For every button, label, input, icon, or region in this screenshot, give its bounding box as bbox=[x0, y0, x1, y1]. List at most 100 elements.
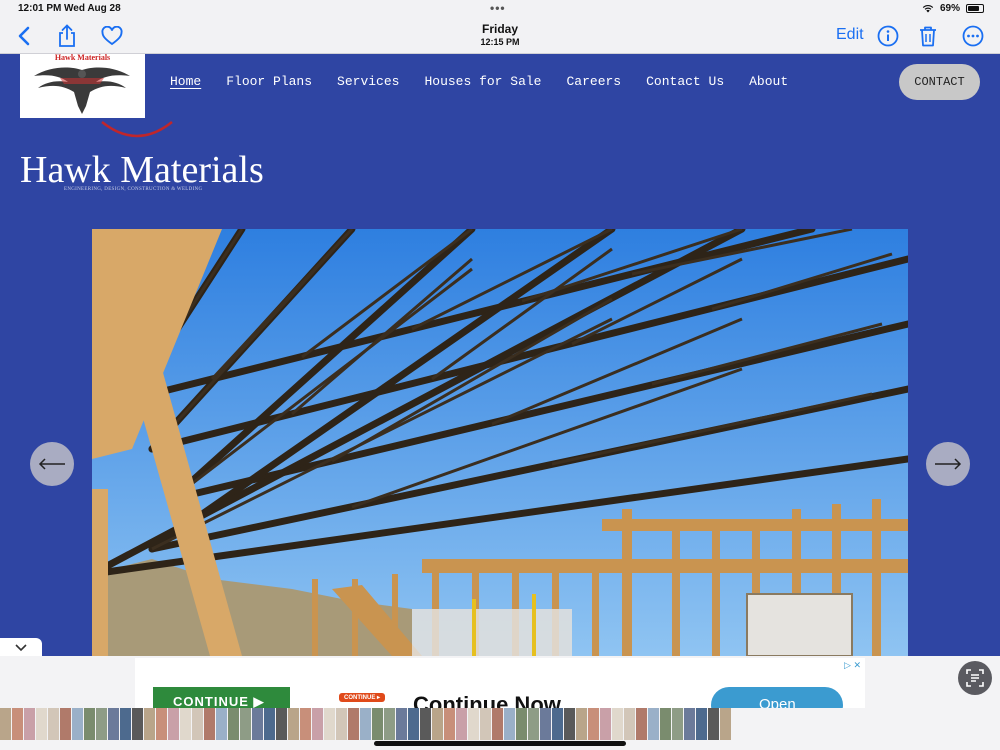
photo-thumbnail[interactable] bbox=[216, 708, 227, 740]
photo-thumbnail[interactable] bbox=[336, 708, 347, 740]
photo-thumbnail[interactable] bbox=[660, 708, 671, 740]
photo-thumbnail[interactable] bbox=[348, 708, 359, 740]
photo-thumbnail[interactable] bbox=[516, 708, 527, 740]
photo-thumbnail[interactable] bbox=[36, 708, 47, 740]
photo-thumbnail[interactable] bbox=[504, 708, 515, 740]
nav-careers[interactable]: Careers bbox=[567, 74, 622, 89]
photo-thumbnail-strip bbox=[0, 708, 1000, 750]
photo-thumbnail[interactable] bbox=[432, 708, 443, 740]
photo-thumbnail[interactable] bbox=[120, 708, 131, 740]
ad-collapse-toggle[interactable] bbox=[0, 638, 42, 658]
ad-open-button[interactable]: Open bbox=[711, 687, 843, 708]
photo-thumbnail[interactable] bbox=[420, 708, 431, 740]
photo-thumbnail[interactable] bbox=[636, 708, 647, 740]
more-ellipsis-icon[interactable] bbox=[959, 22, 987, 50]
hero-image-construction-trusses bbox=[92, 229, 908, 656]
site-logo[interactable]: Hawk Materials bbox=[20, 54, 145, 118]
photo-thumbnail[interactable] bbox=[72, 708, 83, 740]
ad-badge: CONTINUE ▸ bbox=[339, 693, 386, 702]
photo-thumbnail[interactable] bbox=[672, 708, 683, 740]
photo-thumbnail[interactable] bbox=[372, 708, 383, 740]
photo-thumbnail[interactable] bbox=[24, 708, 35, 740]
photo-thumbnail[interactable] bbox=[360, 708, 371, 740]
photo-thumbnail[interactable] bbox=[384, 708, 395, 740]
photo-thumbnail[interactable] bbox=[312, 708, 323, 740]
ad-continue-button[interactable]: CONTINUE ▶ bbox=[153, 687, 290, 708]
arrow-right-icon bbox=[935, 458, 962, 470]
carousel-prev-button[interactable] bbox=[30, 442, 74, 486]
photo-thumbnail[interactable] bbox=[468, 708, 479, 740]
photo-thumbnail[interactable] bbox=[84, 708, 95, 740]
nav-services[interactable]: Services bbox=[337, 74, 399, 89]
photo-thumbnail[interactable] bbox=[480, 708, 491, 740]
photo-thumbnail[interactable] bbox=[252, 708, 263, 740]
photo-thumbnail[interactable] bbox=[0, 708, 11, 740]
brand-title: Hawk Materials bbox=[20, 149, 264, 191]
website-content: Hawk Materials Home Floor Plans Services… bbox=[0, 54, 1000, 656]
info-icon[interactable] bbox=[874, 22, 902, 50]
ios-status-bar: 12:01 PM Wed Aug 28 ••• 69% bbox=[0, 0, 1000, 18]
photo-thumbnail[interactable] bbox=[528, 708, 539, 740]
thumbnail-row[interactable] bbox=[0, 708, 732, 740]
photo-thumbnail[interactable] bbox=[492, 708, 503, 740]
photo-thumbnail[interactable] bbox=[588, 708, 599, 740]
photo-thumbnail[interactable] bbox=[288, 708, 299, 740]
ad-choices-close-icon[interactable]: ▷ ✕ bbox=[844, 660, 861, 671]
photo-thumbnail[interactable] bbox=[696, 708, 707, 740]
ad-banner: CONTINUE ▶ CONTINUE ▸ Continue Now Open … bbox=[0, 656, 1000, 708]
photo-thumbnail[interactable] bbox=[648, 708, 659, 740]
brand-tagline: ENGINEERING, DESIGN, CONSTRUCTION & WELD… bbox=[64, 187, 203, 192]
photo-thumbnail[interactable] bbox=[552, 708, 563, 740]
nav-home[interactable]: Home bbox=[170, 74, 201, 89]
photo-thumbnail[interactable] bbox=[576, 708, 587, 740]
photo-thumbnail[interactable] bbox=[60, 708, 71, 740]
edit-button[interactable]: Edit bbox=[836, 26, 864, 44]
photo-thumbnail[interactable] bbox=[408, 708, 419, 740]
ad-creative[interactable]: CONTINUE ▶ CONTINUE ▸ Continue Now Open … bbox=[135, 658, 865, 708]
photo-thumbnail[interactable] bbox=[444, 708, 455, 740]
photo-thumbnail[interactable] bbox=[276, 708, 287, 740]
photo-thumbnail[interactable] bbox=[564, 708, 575, 740]
photo-thumbnail[interactable] bbox=[624, 708, 635, 740]
photo-thumbnail[interactable] bbox=[156, 708, 167, 740]
photo-thumbnail[interactable] bbox=[240, 708, 251, 740]
photo-thumbnail[interactable] bbox=[144, 708, 155, 740]
multitasking-dots-icon[interactable]: ••• bbox=[490, 1, 506, 15]
photo-thumbnail[interactable] bbox=[600, 708, 611, 740]
photo-thumbnail[interactable] bbox=[300, 708, 311, 740]
photo-thumbnail[interactable] bbox=[180, 708, 191, 740]
photo-thumbnail[interactable] bbox=[204, 708, 215, 740]
photo-thumbnail[interactable] bbox=[324, 708, 335, 740]
photo-thumbnail[interactable] bbox=[96, 708, 107, 740]
photo-thumbnail[interactable] bbox=[108, 708, 119, 740]
photo-thumbnail[interactable] bbox=[540, 708, 551, 740]
decorative-arc bbox=[101, 121, 173, 138]
nav-contact-us[interactable]: Contact Us bbox=[646, 74, 724, 89]
photo-thumbnail[interactable] bbox=[228, 708, 239, 740]
nav-houses-for-sale[interactable]: Houses for Sale bbox=[424, 74, 541, 89]
contact-button[interactable]: CONTACT bbox=[899, 64, 980, 100]
eagle-logo-icon bbox=[34, 67, 130, 114]
nav-floor-plans[interactable]: Floor Plans bbox=[226, 74, 312, 89]
status-right: 69% bbox=[922, 3, 984, 14]
home-indicator[interactable] bbox=[374, 741, 626, 746]
photo-thumbnail[interactable] bbox=[708, 708, 719, 740]
photo-thumbnail[interactable] bbox=[132, 708, 143, 740]
photo-thumbnail[interactable] bbox=[12, 708, 23, 740]
photo-thumbnail[interactable] bbox=[192, 708, 203, 740]
carousel-next-button[interactable] bbox=[926, 442, 970, 486]
photo-thumbnail[interactable] bbox=[48, 708, 59, 740]
arrow-left-icon bbox=[38, 458, 65, 470]
chevron-down-icon bbox=[15, 644, 27, 652]
photo-thumbnail[interactable] bbox=[264, 708, 275, 740]
photo-thumbnail[interactable] bbox=[168, 708, 179, 740]
trash-icon[interactable] bbox=[914, 22, 942, 50]
live-text-scan-button[interactable] bbox=[958, 661, 992, 695]
photo-thumbnail[interactable] bbox=[612, 708, 623, 740]
status-date: Wed Aug 28 bbox=[64, 3, 121, 14]
photo-thumbnail[interactable] bbox=[456, 708, 467, 740]
photo-thumbnail[interactable] bbox=[684, 708, 695, 740]
nav-about[interactable]: About bbox=[749, 74, 788, 89]
photo-thumbnail[interactable] bbox=[396, 708, 407, 740]
photo-thumbnail[interactable] bbox=[720, 708, 731, 740]
